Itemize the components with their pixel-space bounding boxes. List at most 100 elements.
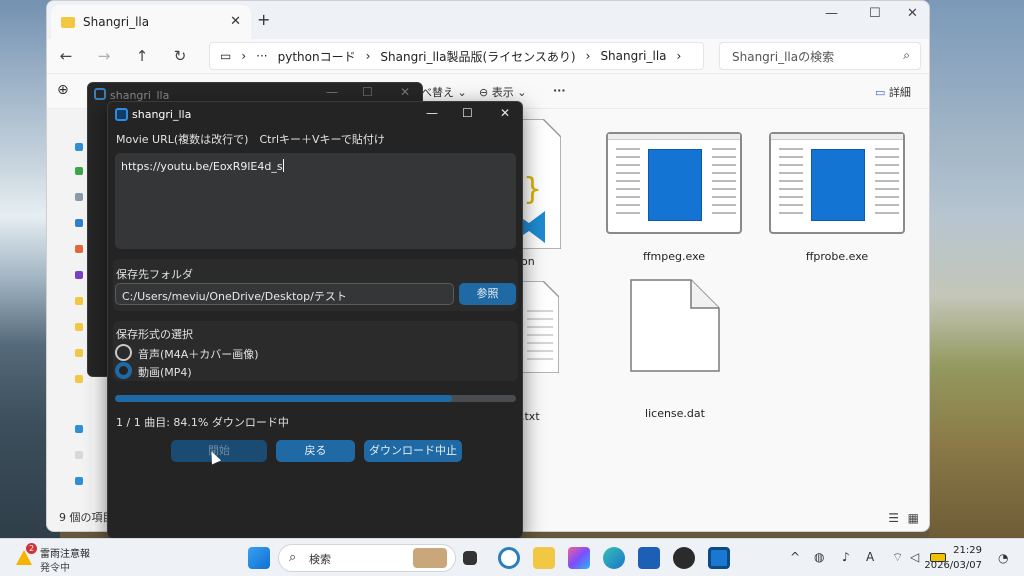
shangri-lla-taskbar-icon[interactable] <box>708 547 730 569</box>
sort-button[interactable]: べ替え ⌄ <box>421 84 467 100</box>
notification-badge: 2 <box>26 543 37 554</box>
wifi-icon[interactable]: ⌔ <box>892 550 903 565</box>
chevron-up-icon[interactable]: ^ <box>790 550 800 564</box>
close-icon[interactable]: ✕ <box>907 6 918 21</box>
new-icon[interactable]: ⊕ <box>57 82 69 98</box>
folder-icon[interactable] <box>75 323 83 331</box>
more-options-button[interactable]: ··· <box>553 84 566 97</box>
close-icon[interactable]: ✕ <box>500 106 510 120</box>
grid-view-icon[interactable]: ▦ <box>908 511 919 525</box>
chevron-right-icon: › <box>676 49 682 63</box>
folder-icon[interactable] <box>75 375 83 383</box>
maximize-icon[interactable]: ☐ <box>362 85 373 99</box>
format-label: 保存形式の選択 <box>116 328 193 341</box>
new-tab-icon[interactable]: + <box>257 10 270 29</box>
security-icon[interactable]: ◍ <box>814 550 824 564</box>
radio-video[interactable] <box>115 362 132 379</box>
progress-fill <box>115 395 453 402</box>
text-caret <box>282 159 284 172</box>
obs-icon[interactable] <box>673 547 695 569</box>
status-item-count: 9 個の項目 <box>59 511 114 524</box>
folder-icon <box>61 16 75 28</box>
chevron-right-icon: › <box>585 49 591 63</box>
download-icon[interactable] <box>75 167 83 175</box>
taskbar-search[interactable]: ⌕ 検索 <box>278 544 456 572</box>
breadcrumb-item[interactable]: pythonコード <box>278 48 356 65</box>
search-icon: ⌕ <box>903 48 910 62</box>
file-label: ffmpeg.exe <box>642 250 706 263</box>
store-icon[interactable] <box>638 547 660 569</box>
file-label[interactable]: on <box>521 255 541 268</box>
clock[interactable]: 21:29 2026/03/07 <box>924 543 982 573</box>
file-label[interactable]: .txt <box>521 410 541 423</box>
music-icon[interactable] <box>75 245 83 253</box>
details-button[interactable]: ▭ 詳細 <box>875 84 911 100</box>
documents-icon[interactable] <box>75 193 83 201</box>
microphone-icon[interactable]: ♪ <box>842 550 850 564</box>
download-status: 1 / 1 曲目: 84.1% ダウンロード中 <box>116 416 289 429</box>
file-license[interactable]: license.dat <box>627 279 723 420</box>
videos-icon[interactable] <box>75 271 83 279</box>
chevron-right-icon: › <box>365 49 371 63</box>
edge-icon[interactable] <box>603 547 625 569</box>
maximize-icon[interactable]: ☐ <box>462 106 473 120</box>
volume-icon[interactable]: ◁ <box>910 550 919 564</box>
explorer-tab[interactable]: Shangri_lla ✕ <box>51 5 251 39</box>
breadcrumb-item[interactable]: Shangri_lla <box>600 49 666 63</box>
weather-alert-title: 雷雨注意報 <box>40 549 90 560</box>
search-highlight-image <box>413 548 447 568</box>
ime-indicator[interactable]: A <box>866 550 874 564</box>
explorer-search-input[interactable]: Shangri_llaの検索 ⌕ <box>719 42 921 70</box>
notifications-bell-icon[interactable]: ◔ <box>998 551 1008 565</box>
back-button[interactable]: 戻る <box>276 440 355 462</box>
breadcrumb-ellipsis[interactable]: ··· <box>256 49 267 63</box>
app-titlebar: shangri_lla — ☐ ✕ <box>108 102 522 127</box>
refresh-icon[interactable]: ↻ <box>161 47 199 65</box>
nav-item-icon[interactable] <box>75 143 83 151</box>
clipchamp-icon[interactable] <box>498 547 520 569</box>
details-pane-icon: ▭ <box>875 86 886 99</box>
address-bar[interactable]: ▭ › ··· pythonコード › Shangri_lla製品版(ライセンス… <box>209 42 704 70</box>
pictures-icon[interactable] <box>75 219 83 227</box>
copilot-icon[interactable] <box>568 547 590 569</box>
desktop-wallpaper-right <box>929 0 1024 540</box>
file-ffprobe[interactable]: ffprobe.exe <box>769 132 905 263</box>
file-ffmpeg[interactable]: ffmpeg.exe <box>606 132 742 263</box>
monitor-icon: ▭ <box>220 49 232 63</box>
radio-audio[interactable] <box>115 344 132 361</box>
folder-path-input[interactable]: C:/Users/meviu/OneDrive/Desktop/テスト <box>115 283 454 305</box>
url-textarea[interactable]: https://youtu.be/EoxR9lE4d_s <box>115 153 516 249</box>
up-arrow-icon[interactable]: ↑ <box>123 47 161 65</box>
network-icon[interactable] <box>75 477 83 485</box>
close-icon[interactable]: ✕ <box>400 85 410 99</box>
tab-close-icon[interactable]: ✕ <box>230 14 241 29</box>
minimize-icon[interactable]: — <box>326 85 338 99</box>
start-windows-icon[interactable] <box>248 547 270 569</box>
file-txt-thumb[interactable] <box>520 280 560 376</box>
forward-arrow-icon[interactable]: → <box>85 47 123 65</box>
clock-date: 2026/03/07 <box>924 560 982 571</box>
folder-icon[interactable] <box>75 297 83 305</box>
this-pc-icon[interactable] <box>75 425 83 433</box>
maximize-icon[interactable]: ☐ <box>869 6 881 21</box>
folder-icon[interactable] <box>75 349 83 357</box>
shangri-lla-app-window: shangri_lla — ☐ ✕ Movie URL(複数は改行で) Ctrl… <box>107 101 523 539</box>
file-vscode-thumb[interactable]: } <box>520 118 562 252</box>
file-explorer-icon[interactable] <box>533 547 555 569</box>
details-label: 詳細 <box>888 86 911 99</box>
task-view-icon[interactable] <box>463 551 477 565</box>
url-label: Movie URL(複数は改行で) Ctrlキー＋Vキーで貼付け <box>116 133 385 146</box>
file-label: ffprobe.exe <box>805 250 869 263</box>
breadcrumb-item[interactable]: Shangri_lla製品版(ライセンスあり) <box>380 48 575 65</box>
minimize-icon[interactable]: — <box>426 106 438 120</box>
chevron-right-icon: › <box>241 49 247 63</box>
stop-download-button[interactable]: ダウンロード中止 <box>364 440 462 462</box>
file-label: license.dat <box>645 407 705 420</box>
back-arrow-icon[interactable]: ← <box>47 47 85 65</box>
view-button[interactable]: ⊖ 表示 ⌄ <box>479 84 526 100</box>
search-icon: ⌕ <box>289 550 297 565</box>
list-view-icon[interactable]: ☰ <box>888 511 899 525</box>
browse-button[interactable]: 参照 <box>459 283 516 305</box>
minimize-icon[interactable]: — <box>825 6 838 21</box>
nav-item-selected[interactable] <box>75 451 83 459</box>
